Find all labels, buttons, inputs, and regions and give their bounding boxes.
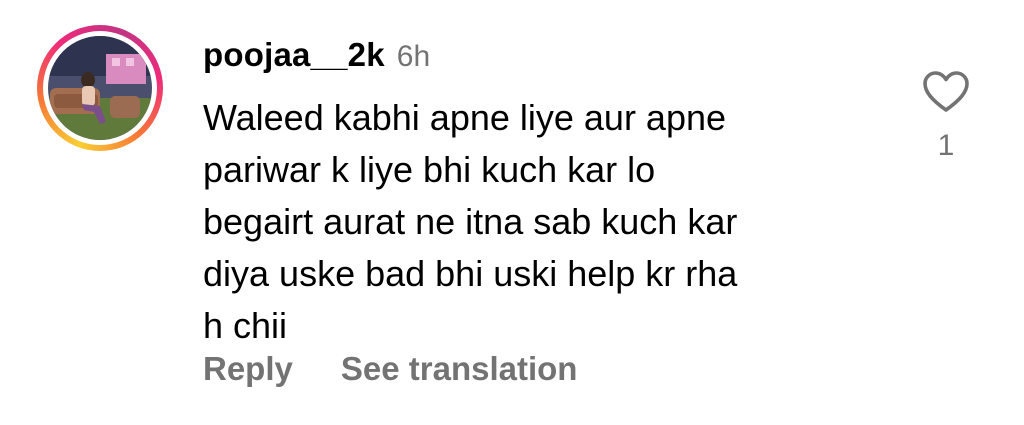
username-link[interactable]: poojaa__2k [203,36,385,74]
like-section: 1 [918,70,974,164]
comment-timestamp: 6h [396,40,431,73]
like-button[interactable] [922,70,970,114]
avatar-photo-image [48,36,152,140]
comment-item: poojaa__2k 6h Waleed kabhi apne liye aur… [0,0,1024,425]
comment-text-line: Waleed kabhi apne liye aur apne [203,97,727,138]
like-count: 1 [937,129,955,162]
avatar-ring-gap [43,31,157,145]
see-translation-button[interactable]: See translation [341,350,578,388]
reply-button[interactable]: Reply [203,350,293,388]
comment-text: Waleed kabhi apne liye aur apne pariwar … [203,92,843,352]
comment-text-line: diya uske bad bhi uski help kr rha [203,253,738,294]
comment-text-line: pariwar k liye bhi kuch kar lo [203,149,656,190]
avatar-story-ring[interactable] [37,25,163,151]
comment-text-line: begairt aurat ne itna sab kuch kar [203,201,738,242]
heart-outline-icon [923,71,969,112]
avatar [48,36,152,140]
comment-text-line: h chii [203,305,288,346]
comment-header: poojaa__2k 6h [203,36,430,80]
comment-actions: Reply See translation [203,350,577,388]
